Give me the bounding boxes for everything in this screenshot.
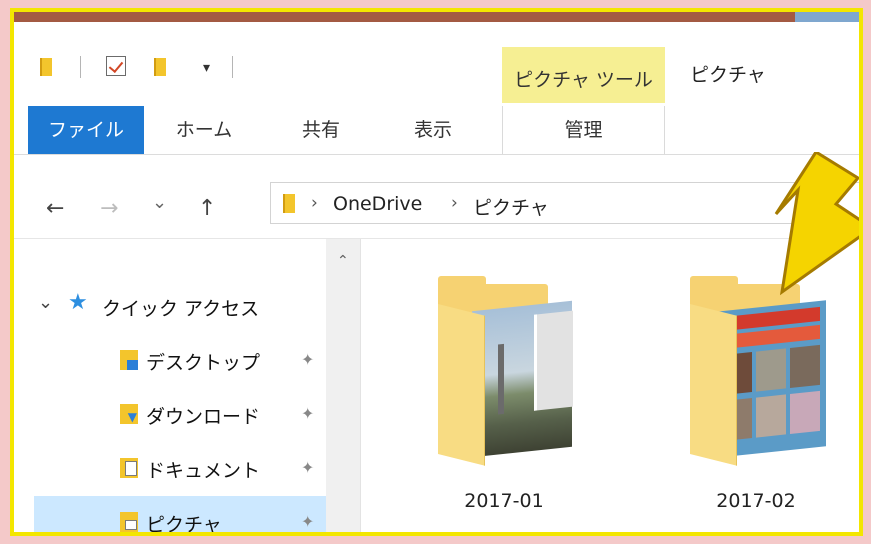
breadcrumb-onedrive[interactable]: OneDrive (333, 193, 422, 215)
sidebar-item-quick-access[interactable]: ⌄ ★ クイック アクセス (34, 280, 326, 332)
annotation-arrow-icon (774, 152, 859, 296)
expand-chevron-icon[interactable]: ⌄ (38, 292, 53, 313)
window-title: ピクチャ (690, 64, 766, 86)
folder-thumbnail-partial[interactable] (664, 532, 854, 536)
new-folder-icon[interactable] (154, 58, 166, 76)
sidebar-item-pictures[interactable]: ピクチャ ✦ (34, 496, 326, 536)
sidebar-item-documents[interactable]: ドキュメント ✦ (34, 442, 326, 494)
pane-divider[interactable] (360, 239, 361, 532)
recent-locations-chevron-icon[interactable]: ⌄ (152, 192, 167, 213)
scrollbar[interactable]: ⌃ (326, 239, 360, 532)
tab-manage[interactable]: 管理 (502, 106, 665, 154)
sidebar-item-downloads[interactable]: ▼ ダウンロード ✦ (34, 388, 326, 440)
explorer-window: ▾ ピクチャ ツール ピクチャ ファイル ホーム 共有 表示 管理 ← → ⌄ … (10, 8, 863, 536)
documents-folder-icon (120, 458, 138, 478)
ribbon-tabs: ファイル ホーム 共有 表示 管理 (14, 106, 859, 154)
folder-thumbnail-partial[interactable] (412, 532, 602, 536)
folder-name: 2017-01 (464, 490, 544, 512)
title-bar (14, 12, 859, 22)
sidebar-item-label: ダウンロード (146, 406, 261, 428)
scroll-up-icon[interactable]: ⌃ (337, 253, 349, 269)
downloads-folder-icon: ▼ (120, 404, 138, 424)
folder-name: 2017-02 (716, 490, 796, 512)
tab-home[interactable]: ホーム (164, 106, 244, 154)
breadcrumb-chevron-icon[interactable]: › (451, 193, 458, 213)
pin-icon[interactable]: ✦ (301, 458, 314, 477)
pin-icon[interactable]: ✦ (301, 350, 314, 369)
desktop-folder-icon (120, 350, 138, 370)
sidebar-item-label: ピクチャ (146, 514, 222, 536)
sidebar-item-desktop[interactable]: デスクトップ ✦ (34, 334, 326, 386)
sidebar-item-label: デスクトップ (146, 352, 261, 374)
photo-preview (472, 300, 573, 458)
forward-arrow-icon[interactable]: → (100, 196, 118, 221)
sidebar-item-label: ドキュメント (146, 460, 261, 482)
star-icon: ★ (68, 290, 88, 315)
tab-file[interactable]: ファイル (28, 106, 144, 154)
tab-share[interactable]: 共有 (286, 106, 356, 154)
divider (14, 154, 859, 155)
picture-tools-label: ピクチャ ツール (514, 69, 653, 91)
tab-view[interactable]: 表示 (398, 106, 468, 154)
breadcrumb-chevron-icon[interactable]: › (311, 193, 318, 213)
pin-icon[interactable]: ✦ (301, 404, 314, 423)
picture-tools-tab-group: ピクチャ ツール (502, 47, 665, 103)
folder-thumbnail[interactable] (686, 276, 826, 466)
breadcrumb-pictures[interactable]: ピクチャ (473, 193, 549, 220)
folder-thumbnail[interactable] (434, 276, 574, 466)
up-arrow-icon[interactable]: ↑ (198, 196, 216, 221)
properties-icon[interactable] (106, 56, 126, 76)
customize-toolbar-dropdown[interactable]: ▾ (203, 60, 210, 76)
folder-icon[interactable] (40, 58, 52, 76)
sidebar-item-label: クイック アクセス (102, 298, 260, 320)
folder-icon (283, 194, 295, 213)
toolbar-separator (232, 56, 233, 78)
pictures-folder-icon (120, 512, 138, 532)
pin-icon[interactable]: ✦ (301, 512, 314, 531)
toolbar-separator (80, 56, 81, 78)
back-arrow-icon[interactable]: ← (46, 196, 64, 221)
